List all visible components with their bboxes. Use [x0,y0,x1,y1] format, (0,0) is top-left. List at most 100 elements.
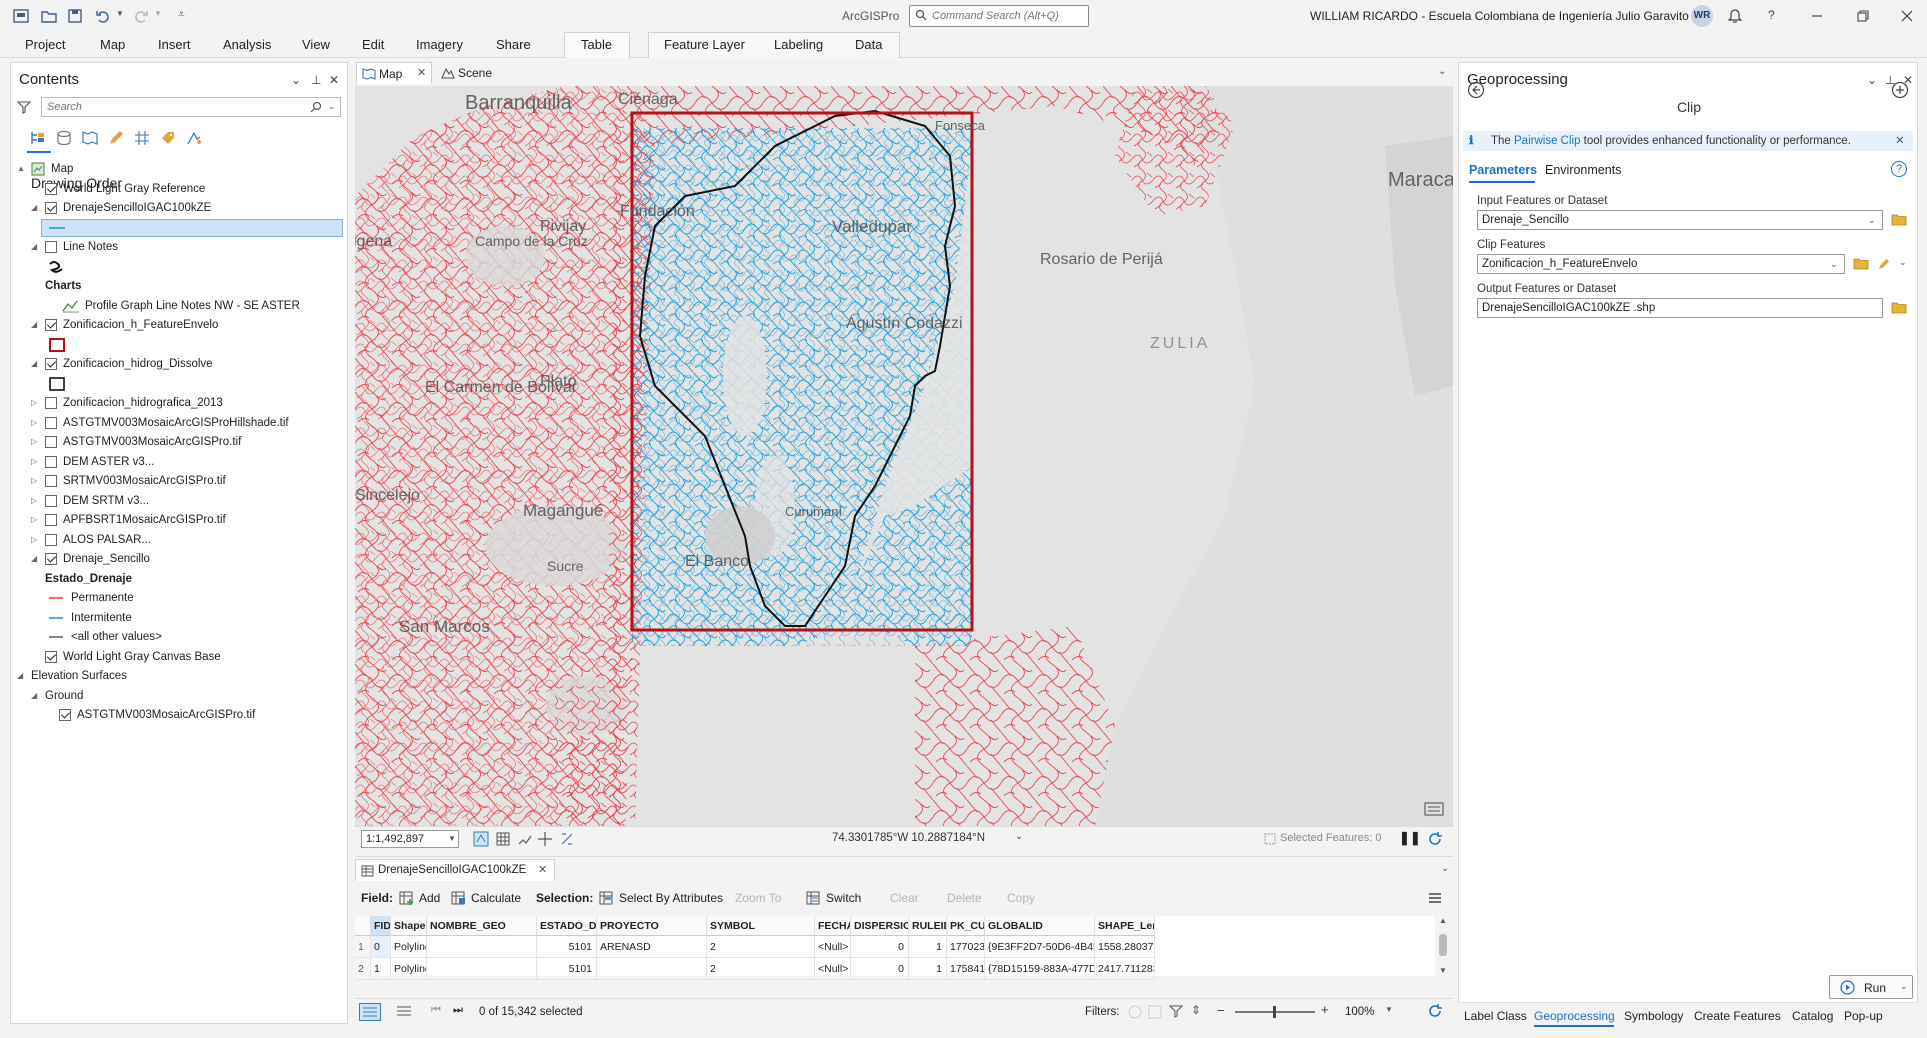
layer-row[interactable]: ▷ DEM ASTER v3... [11,452,347,472]
table-cell[interactable] [427,936,537,958]
help-icon[interactable]: ? [1768,8,1775,22]
tab-view[interactable]: View [302,37,330,52]
add-icon[interactable] [1891,81,1909,99]
browse-folder-icon[interactable] [1853,257,1869,270]
map-overview-icon[interactable] [1423,800,1445,818]
dismiss-info-icon[interactable]: ✕ [1895,131,1905,151]
table-cell[interactable]: 5101 [537,958,597,980]
minimize-icon[interactable] [1808,7,1826,25]
visibility-checkbox[interactable] [45,514,57,526]
sort-icon[interactable]: ⇕ [1191,1003,1201,1017]
coordinate-format-dropdown-icon[interactable]: ⌄ [1015,831,1023,842]
last-record-icon[interactable]: ⏭ [453,1004,463,1017]
layer-row[interactable]: ▷ DEM SRTM v3... [11,491,347,511]
expand-icon[interactable]: ▷ [31,491,37,511]
search-options-icon[interactable]: ⌄ [328,101,336,112]
select-by-attributes-button[interactable]: Select By Attributes [619,891,723,905]
visibility-checkbox[interactable] [59,709,71,721]
visibility-checkbox[interactable] [45,416,57,429]
tab-project[interactable]: Project [25,37,65,52]
pin-icon[interactable]: ⊥ [311,73,321,87]
first-record-icon[interactable]: ⏮ [431,1004,441,1017]
layer-row[interactable]: <all other values> [11,627,347,647]
layer-row[interactable]: Charts [11,276,347,296]
tab-geoprocessing[interactable]: Geoprocessing [1534,1009,1615,1023]
column-header[interactable]: FID [371,916,391,936]
pencil-icon[interactable] [1877,257,1891,271]
open-folder-icon[interactable] [40,7,58,25]
collapse-icon[interactable]: ◢ [31,686,37,706]
column-header[interactable]: PROYECTO [597,916,707,936]
layer-row[interactable]: ◢ Zonificacion_hidrog_Dissolve [11,354,347,374]
scale-selector[interactable]: 1:1,492,897 ▼ [361,830,459,848]
delete-button[interactable]: Delete [947,891,982,905]
save-icon[interactable] [66,7,84,25]
symbol-row[interactable] [11,374,347,394]
tab-symbology[interactable]: Symbology [1624,1009,1683,1023]
collapse-icon[interactable]: ◢ [31,198,37,218]
tab-catalog[interactable]: Catalog [1792,1009,1833,1023]
table-cell[interactable]: 2 [707,936,815,958]
user-name[interactable]: WILLIAM RICARDO - Escuela Colombiana de … [1310,9,1689,23]
table-cell[interactable]: 1 [909,958,947,980]
expand-icon[interactable]: ▷ [31,452,37,472]
layer-row[interactable]: ◢ Ground [11,686,347,706]
switch-selection-button[interactable]: Switch [826,891,861,905]
tab-environments[interactable]: Environments [1545,163,1621,177]
layer-row[interactable]: ▷ SRTMV003MosaicArcGISPro.tif [11,471,347,491]
visibility-checkbox[interactable] [45,455,57,468]
pause-drawing-icon[interactable]: ❚❚ [1399,830,1421,846]
table-cell[interactable]: 1 [909,936,947,958]
contents-search-input[interactable] [42,98,302,116]
contents-search[interactable]: ⌄ [41,97,341,117]
table-cell[interactable]: Polyline [391,958,427,980]
map-canvas[interactable]: Barranquilla Ciénaga Fonseca Maracaibo P… [355,86,1453,826]
tab-labeling[interactable]: Labeling [774,37,823,52]
layer-row[interactable]: ◢ Zonificacion_h_FeatureEnvelo [11,315,347,335]
layer-row[interactable]: Estado_Drenaje [11,569,347,589]
column-header[interactable]: GLOBALID [985,916,1095,936]
help-icon[interactable]: ? [1891,161,1907,177]
selected-features-count[interactable]: Selected Features: 0 [1280,832,1382,844]
expand-icon[interactable]: ▷ [31,393,37,413]
run-button[interactable]: Run ⌄ [1829,975,1913,999]
row-selector-header[interactable] [355,916,371,936]
chevron-down-icon[interactable]: ⌄ [1900,981,1908,992]
filter-selection-icon[interactable] [1169,1004,1185,1020]
zoom-dropdown-icon[interactable]: ▼ [1385,1005,1393,1014]
row-number[interactable]: 2 [355,958,371,980]
zoom-to-button[interactable]: Zoom To [735,891,781,905]
editing-icon[interactable] [107,129,125,147]
table-cell[interactable]: 0 [851,958,909,980]
table-cell[interactable]: 2417.711283 [1095,958,1155,980]
undo-dropdown-icon[interactable]: ▼ [116,9,124,18]
redo-dropdown-icon[interactable]: ▼ [154,9,162,18]
layer-row[interactable]: World Light Gray Canvas Base [11,647,347,667]
collapse-icon[interactable]: ◢ [17,666,23,686]
layer-row[interactable]: ◢ Elevation Surfaces [11,666,347,686]
data-source-icon[interactable] [55,129,73,147]
visibility-checkbox[interactable] [45,475,57,487]
selection-view-icon[interactable] [81,129,99,147]
show-selected-records-icon[interactable] [395,1004,413,1020]
table-refresh-icon[interactable] [1427,1003,1443,1019]
column-header[interactable]: NOMBRE_GEO [427,916,537,936]
table-cell[interactable]: <Null> [815,936,851,958]
layer-row[interactable]: ▲ Map [11,159,347,179]
map-tabs-overflow-icon[interactable]: ⌄ [1438,66,1446,77]
chevron-down-icon[interactable]: ⌄ [1899,257,1907,268]
column-header[interactable]: DISPERSION [851,916,909,936]
tab-analysis[interactable]: Analysis [223,37,271,52]
tab-insert[interactable]: Insert [158,37,191,52]
tab-data[interactable]: Data [855,37,882,52]
zoom-slider[interactable] [1235,1006,1315,1018]
table-cell[interactable]: 2 [707,958,815,980]
tab-create-features[interactable]: Create Features [1694,1009,1781,1023]
tab-parameters[interactable]: Parameters [1469,163,1537,177]
tab-imagery[interactable]: Imagery [416,37,463,52]
constraints-icon[interactable] [559,831,575,847]
input-features-field[interactable]: Drenaje_Sencillo ⌄ [1477,210,1883,230]
table-cell[interactable]: {9E3FF2D7-50D6-4B45-8... [985,936,1095,958]
table-cell[interactable]: 0 [371,936,391,958]
chevron-down-icon[interactable]: ⌄ [1868,211,1876,229]
